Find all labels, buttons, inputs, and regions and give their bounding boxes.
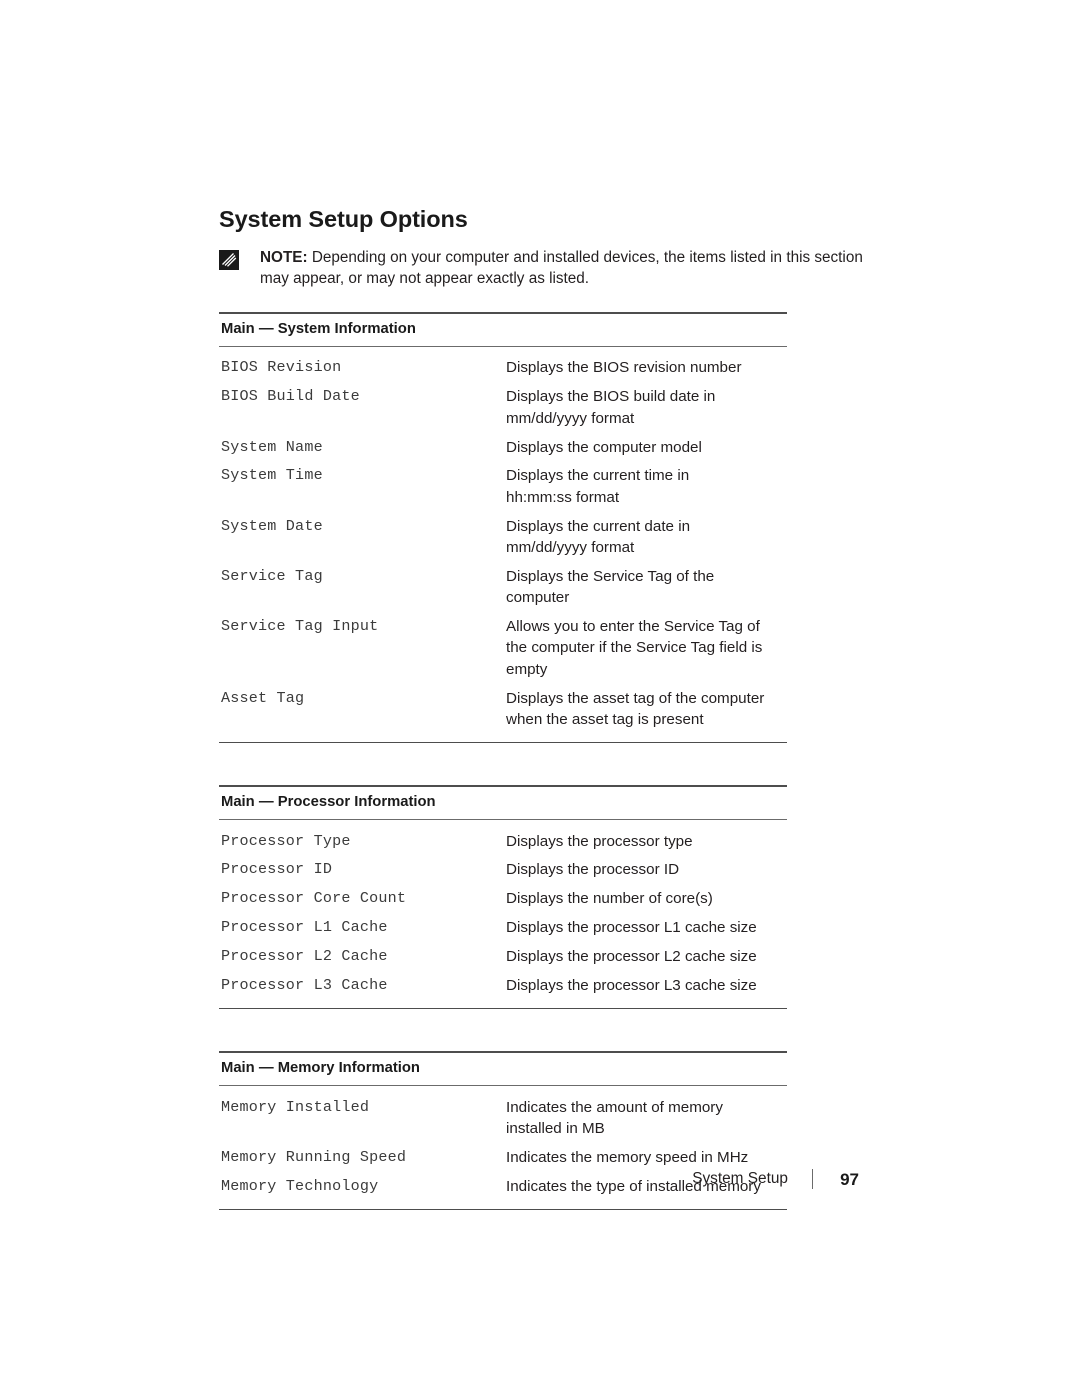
- setup-option-description: Indicates the amount of memory installed …: [506, 1097, 787, 1140]
- setup-option-name: BIOS Revision: [221, 358, 342, 377]
- description-line: Displays the processor type: [506, 832, 693, 850]
- setup-option-name: Memory Installed: [221, 1097, 370, 1116]
- description-line: the computer if the Service Tag field is: [506, 639, 763, 657]
- setup-option-description: Displays the processor L3 cache size: [506, 975, 787, 997]
- table-row: BIOS Build Date Displays the BIOS build d…: [219, 383, 787, 433]
- description-line: mm/dd/yyyy format: [506, 539, 635, 557]
- table-row: Asset Tag Displays the asset tag of the c…: [219, 684, 787, 734]
- setup-option-description: Displays the asset tag of the computer wh…: [506, 688, 787, 731]
- description-line: Displays the computer model: [506, 438, 702, 456]
- note-icon: [219, 250, 239, 271]
- table-row: System Date Displays the current date in m…: [219, 512, 787, 562]
- note-label: NOTE:: [260, 249, 308, 267]
- description-line: mm/dd/yyyy format: [506, 409, 635, 427]
- setup-option-name: Processor L1 Cache: [221, 918, 388, 937]
- table-row: Processor Core Count Displays the number …: [219, 885, 787, 914]
- options-table: Main — System Information BIOS Revision Di…: [219, 312, 787, 744]
- setup-option-name: Processor L3 Cache: [221, 975, 388, 994]
- setup-option-name: System Date: [221, 516, 323, 535]
- table-row: Processor L1 Cache Displays the processor…: [219, 914, 787, 943]
- page-content: System Setup Options NOTE: Depending on …: [219, 206, 863, 1210]
- description-line: Displays the BIOS build date in: [506, 388, 716, 406]
- setup-option-description: Displays the processor L1 cache size: [506, 917, 787, 939]
- table-heading: Main — Memory Information: [221, 1060, 420, 1077]
- setup-option-name: Asset Tag: [221, 688, 305, 707]
- page-number: 97: [840, 1169, 859, 1189]
- setup-option-name: BIOS Build Date: [221, 387, 360, 406]
- options-tables: Main — System Information BIOS Revision Di…: [219, 312, 859, 1210]
- setup-option-description: Displays the BIOS build date in mm/dd/yyy…: [506, 386, 787, 429]
- note-body: Depending on your computer and installed…: [260, 249, 863, 288]
- table-heading: Main — System Information: [221, 321, 416, 338]
- description-line: Indicates the amount of memory: [506, 1098, 723, 1116]
- setup-option-description: Displays the processor ID: [506, 859, 787, 881]
- setup-option-name: Processor L2 Cache: [221, 947, 388, 965]
- table-row: System Time Displays the current time in h…: [219, 462, 787, 512]
- description-line: Displays the asset tag of the computer: [506, 689, 765, 707]
- table-rule-bottom: [219, 1208, 787, 1210]
- description-line: Displays the processor ID: [506, 861, 680, 879]
- setup-option-description: Displays the BIOS revision number: [506, 357, 787, 379]
- setup-option-description: Displays the processor type: [506, 831, 787, 853]
- note-callout: NOTE: Depending on your computer and ins…: [219, 247, 872, 289]
- table-body: Processor Type Displays the processor typ…: [219, 820, 787, 1008]
- table-rule-bottom: [219, 742, 787, 744]
- options-table: Main — Processor Information Processor Ty…: [219, 785, 787, 1010]
- setup-option-name: Service Tag Input: [221, 616, 379, 635]
- table-row: Service Tag Input Allows you to enter the…: [219, 612, 787, 684]
- description-line: Allows you to enter the Service Tag of: [506, 617, 760, 635]
- table-row: Memory Installed Indicates the amount of …: [219, 1093, 787, 1143]
- setup-option-description: Displays the processor L2 cache size: [506, 946, 787, 968]
- setup-option-description: Displays the number of core(s): [506, 888, 787, 910]
- table-rule-bottom: [219, 1008, 787, 1010]
- table-row: Processor ID Displays the processor ID: [219, 856, 787, 885]
- table-heading: Main — Processor Information: [221, 794, 436, 811]
- table-body: BIOS Revision Displays the BIOS revision …: [219, 347, 787, 742]
- setup-option-description: Displays the current date in mm/dd/yyyy f…: [506, 516, 787, 559]
- table-row: Processor Type Displays the processor typ…: [219, 827, 787, 856]
- footer-section-label: System Setup: [692, 1170, 788, 1188]
- description-line: hh:mm:ss format: [506, 488, 620, 506]
- description-line: Displays the BIOS revision number: [506, 359, 742, 377]
- note-text: NOTE: Depending on your computer and ins…: [260, 247, 872, 289]
- description-line: Displays the current date in: [506, 517, 691, 535]
- table-row: BIOS Revision Displays the BIOS revision …: [219, 354, 787, 383]
- setup-option-name: Processor Type: [221, 831, 351, 850]
- table-row: Processor L3 Cache Displays the processor…: [219, 971, 787, 1000]
- setup-option-description: Displays the computer model: [506, 437, 787, 459]
- setup-option-name: Service Tag: [221, 566, 323, 585]
- description-line: Displays the current time in: [506, 467, 690, 485]
- table-row: System Name Displays the computer model: [219, 433, 787, 462]
- description-line: Displays the number of core(s): [506, 890, 713, 908]
- description-line: Displays the processor L2 cache size: [506, 948, 757, 965]
- description-line: Displays the Service Tag of the: [506, 567, 715, 585]
- description-line: installed in MB: [506, 1120, 605, 1138]
- setup-option-description: Allows you to enter the Service Tag of th…: [506, 616, 787, 681]
- description-line: Displays the processor L1 cache size: [506, 919, 757, 937]
- document-page: System Setup Options NOTE: Depending on …: [0, 0, 1080, 1397]
- setup-option-name: Processor Core Count: [221, 889, 407, 908]
- setup-option-name: System Time: [221, 466, 323, 485]
- table-row: Processor L2 Cache Displays the processor…: [219, 943, 787, 972]
- setup-option-description: Displays the current time in hh:mm:ss for…: [506, 465, 787, 508]
- description-line: when the asset tag is present: [506, 711, 704, 729]
- page-footer: System Setup 97: [219, 1164, 859, 1194]
- setup-option-name: Processor ID: [221, 860, 333, 879]
- description-line: Displays the processor L3 cache size: [506, 976, 757, 994]
- setup-option-description: Displays the Service Tag of the computer: [506, 566, 787, 609]
- description-line: empty: [506, 661, 548, 679]
- table-row: Service Tag Displays the Service Tag of t…: [219, 562, 787, 612]
- footer-divider: [812, 1169, 813, 1189]
- description-line: computer: [506, 589, 570, 607]
- page-title: System Setup Options: [219, 206, 468, 232]
- setup-option-name: System Name: [221, 437, 323, 456]
